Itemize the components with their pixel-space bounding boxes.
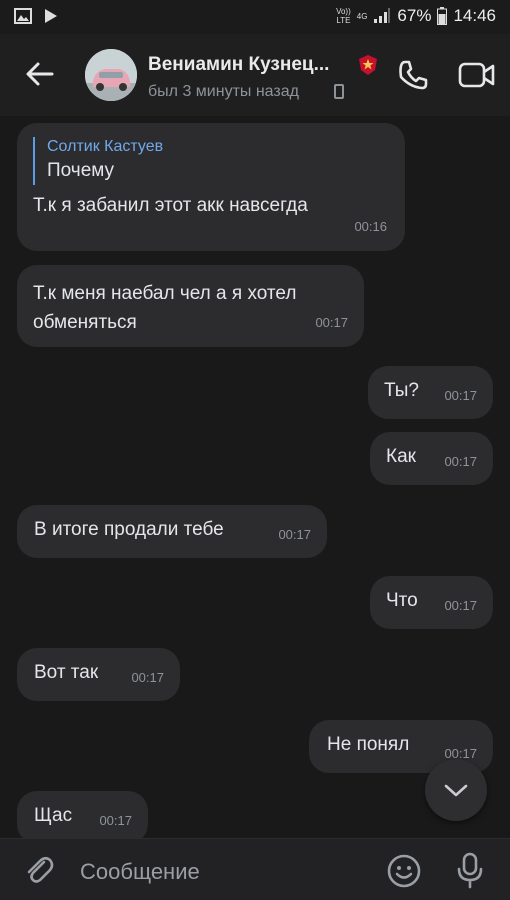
volte-indicator: Vo)) LTE — [336, 7, 351, 25]
message-composer: Сообщение — [0, 838, 510, 900]
message-time: 00:17 — [131, 670, 164, 685]
message-text-line: обменяться — [33, 312, 137, 333]
reply-quote[interactable]: Солтик Кастуев Почему — [33, 137, 389, 185]
smiley-icon[interactable] — [386, 853, 422, 889]
battery-icon — [437, 7, 448, 25]
message-text: Вот так — [34, 662, 99, 683]
message-time: 00:17 — [444, 388, 477, 403]
message-time: 00:16 — [354, 219, 387, 234]
message-time: 00:17 — [444, 598, 477, 613]
contact-name[interactable]: Вениамин Кузнец... — [148, 54, 329, 76]
message-text: Т.к я забанил этот акк навсегда — [33, 195, 308, 216]
message-incoming[interactable]: Солтик Кастуев Почему Т.к я забанил этот… — [17, 123, 405, 251]
scroll-to-bottom-button[interactable] — [425, 759, 487, 821]
message-time: 00:17 — [444, 454, 477, 469]
message-text: В итоге продали тебе — [34, 519, 224, 540]
message-list[interactable]: Солтик Кастуев Почему Т.к я забанил этот… — [0, 116, 510, 838]
microphone-icon[interactable] — [454, 851, 486, 889]
message-outgoing[interactable]: Ты? 00:17 — [368, 366, 493, 419]
video-camera-icon[interactable] — [458, 60, 496, 90]
message-text: Щас — [34, 805, 73, 826]
paperclip-icon[interactable] — [22, 853, 56, 887]
status-bar: Vo)) LTE 4G 67% 14:46 — [0, 0, 510, 34]
arrow-left-icon[interactable] — [22, 56, 58, 92]
network-indicator: 4G — [356, 11, 368, 21]
cska-emblem-icon — [359, 55, 377, 75]
avatar[interactable] — [85, 49, 137, 101]
message-time: 00:17 — [99, 813, 132, 828]
message-time: 00:17 — [315, 315, 348, 330]
message-outgoing[interactable]: Что 00:17 — [370, 576, 493, 629]
message-incoming[interactable]: Щас 00:17 — [17, 791, 148, 838]
message-incoming[interactable]: Т.к меня наебал чел а я хотел обменяться… — [17, 265, 364, 347]
reply-text: Почему — [47, 160, 115, 181]
gallery-icon — [14, 8, 32, 24]
phone-icon[interactable] — [396, 58, 430, 92]
play-store-icon — [45, 9, 57, 23]
chevron-down-icon — [444, 784, 468, 797]
message-text: Не понял — [327, 734, 410, 755]
message-outgoing[interactable]: Как 00:17 — [370, 432, 493, 485]
message-incoming[interactable]: Вот так 00:17 — [17, 648, 180, 701]
signal-icon — [374, 8, 391, 23]
message-text: Что — [386, 590, 418, 611]
reply-author: Солтик Кастуев — [47, 138, 164, 155]
message-time: 00:17 — [278, 527, 311, 542]
clock: 14:46 — [453, 6, 496, 25]
last-seen-status: был 3 минуты назад — [148, 83, 299, 100]
message-incoming[interactable]: В итоге продали тебе 00:17 — [17, 505, 327, 558]
car-avatar-image — [85, 49, 137, 101]
mobile-device-icon — [334, 84, 344, 99]
message-text-line: Т.к меня наебал чел а я хотел — [33, 283, 297, 304]
message-text: Ты? — [384, 380, 419, 401]
battery-percent: 67% — [397, 6, 432, 25]
message-input[interactable]: Сообщение — [80, 859, 200, 885]
chat-header: Вениамин Кузнец... был 3 минуты назад — [0, 34, 510, 116]
message-text: Как — [386, 446, 416, 467]
